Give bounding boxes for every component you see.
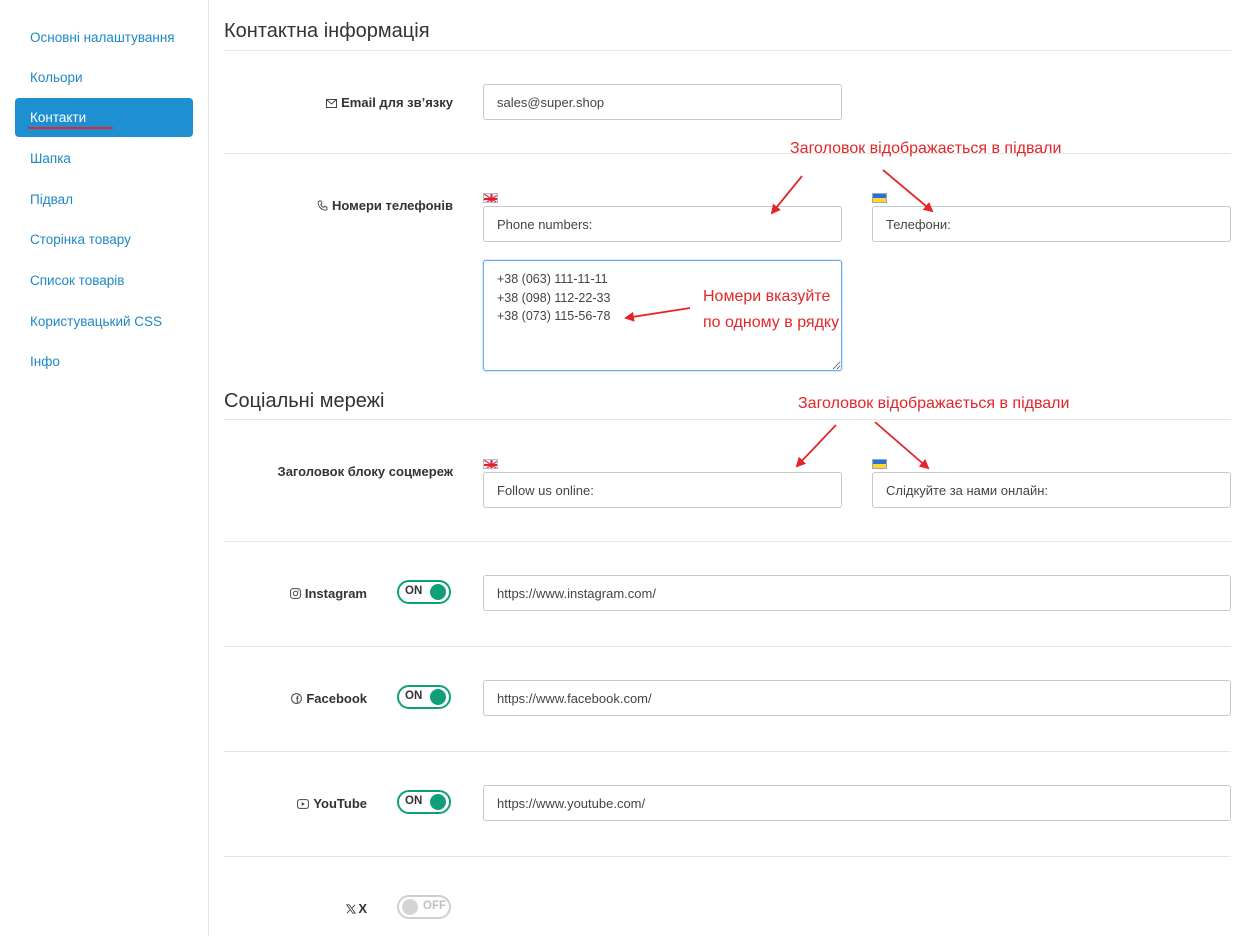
annotation-arrow: [874, 421, 930, 470]
annotation-arrows: [624, 169, 934, 470]
annotation-arrow: [770, 175, 803, 215]
annotation-arrow: [795, 424, 837, 468]
annotation-arrow: [882, 169, 934, 213]
annotation-arrow: [624, 307, 691, 322]
